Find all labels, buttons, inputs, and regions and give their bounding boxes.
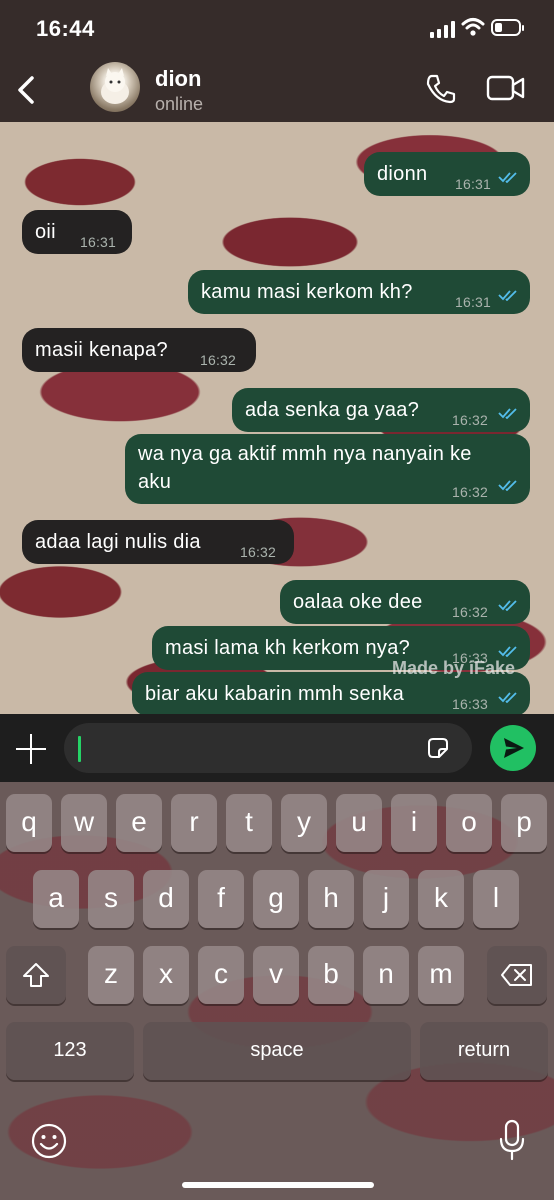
key-x[interactable]: x xyxy=(143,946,189,1004)
shift-icon xyxy=(23,963,49,987)
message-time: 16:32 xyxy=(200,352,237,368)
watermark: Made by iFake xyxy=(392,658,516,678)
message-text: ada senka ga yaa? xyxy=(245,399,420,421)
emoji-icon[interactable] xyxy=(30,1122,68,1160)
read-ticks-icon xyxy=(498,290,517,301)
message-outgoing[interactable]: ada senka ga yaa? 16:32 xyxy=(232,388,530,432)
key-d[interactable]: d xyxy=(143,870,189,928)
key-p[interactable]: p xyxy=(501,794,547,852)
message-outgoing[interactable]: dionn 16:31 xyxy=(364,152,530,196)
key-h[interactable]: h xyxy=(308,870,354,928)
send-button[interactable] xyxy=(490,725,536,771)
message-text: oalaa oke dee xyxy=(293,591,423,613)
message-text: dionn xyxy=(377,163,428,185)
battery-icon xyxy=(491,19,524,36)
key-k[interactable]: k xyxy=(418,870,464,928)
key-g[interactable]: g xyxy=(253,870,299,928)
message-time: 16:31 xyxy=(455,176,492,192)
message-time: 16:32 xyxy=(452,604,489,620)
key-c[interactable]: c xyxy=(198,946,244,1004)
key-l[interactable]: l xyxy=(473,870,519,928)
message-text: adaa lagi nulis dia xyxy=(35,531,201,553)
message-text-line2: aku xyxy=(138,471,172,493)
message-time: 16:32 xyxy=(240,544,277,560)
key-q[interactable]: q xyxy=(6,794,52,852)
key-y[interactable]: y xyxy=(281,794,327,852)
signal-icon xyxy=(430,20,456,38)
key-a[interactable]: a xyxy=(33,870,79,928)
shift-key[interactable] xyxy=(6,946,66,1004)
message-input-bar xyxy=(0,714,554,782)
text-caret xyxy=(78,736,81,762)
message-outgoing[interactable]: wa nya ga aktif mmh nya nanyain ke aku 1… xyxy=(125,434,530,504)
send-icon xyxy=(504,738,524,758)
return-key[interactable]: return xyxy=(420,1022,548,1080)
home-indicator[interactable] xyxy=(182,1182,374,1188)
delete-key[interactable] xyxy=(487,946,547,1004)
key-o[interactable]: o xyxy=(446,794,492,852)
key-n[interactable]: n xyxy=(363,946,409,1004)
read-ticks-icon xyxy=(498,692,517,703)
message-incoming[interactable]: masii kenapa? 16:32 xyxy=(22,328,256,372)
message-text: oii xyxy=(35,221,56,243)
key-e[interactable]: e xyxy=(116,794,162,852)
key-m[interactable]: m xyxy=(418,946,464,1004)
read-ticks-icon xyxy=(498,172,517,183)
numbers-key[interactable]: 123 xyxy=(6,1022,134,1080)
message-time: 16:33 xyxy=(452,696,489,712)
battery-level xyxy=(495,23,502,32)
space-key[interactable]: space xyxy=(143,1022,411,1080)
message-text-line1: wa nya ga aktif mmh nya nanyain ke xyxy=(138,443,472,465)
chat-area[interactable]: dionn 16:31 oii 16:31 kamu masi kerkom k… xyxy=(0,122,554,714)
presence-status: online xyxy=(155,94,204,114)
key-s[interactable]: s xyxy=(88,870,134,928)
cat-photo-icon xyxy=(101,68,129,104)
phone-icon[interactable] xyxy=(424,72,458,106)
chevron-left-icon[interactable] xyxy=(12,70,46,110)
key-t[interactable]: t xyxy=(226,794,272,852)
key-u[interactable]: u xyxy=(336,794,382,852)
message-input[interactable] xyxy=(64,723,472,773)
message-outgoing[interactable]: oalaa oke dee 16:32 xyxy=(280,580,530,624)
key-r[interactable]: r xyxy=(171,794,217,852)
key-i[interactable]: i xyxy=(391,794,437,852)
key-b[interactable]: b xyxy=(308,946,354,1004)
message-text: biar aku kabarin mmh senka xyxy=(145,683,405,705)
video-camera-icon[interactable] xyxy=(486,74,526,102)
message-text: kamu masi kerkom kh? xyxy=(201,281,413,303)
contact-name[interactable]: dion xyxy=(155,66,201,92)
message-time: 16:32 xyxy=(452,484,489,500)
key-f[interactable]: f xyxy=(198,870,244,928)
backspace-icon xyxy=(501,964,532,986)
message-time: 16:31 xyxy=(80,234,117,250)
read-ticks-icon xyxy=(498,480,517,491)
chat-header: dion online xyxy=(0,58,554,122)
key-w[interactable]: w xyxy=(61,794,107,852)
status-time: 16:44 xyxy=(36,16,95,41)
message-incoming[interactable]: adaa lagi nulis dia 16:32 xyxy=(22,520,294,564)
message-text: masi lama kh kerkom nya? xyxy=(165,637,411,659)
message-outgoing[interactable]: kamu masi kerkom kh? 16:31 xyxy=(188,270,530,314)
key-z[interactable]: z xyxy=(88,946,134,1004)
read-ticks-icon xyxy=(498,600,517,611)
read-ticks-icon xyxy=(498,646,517,657)
avatar[interactable] xyxy=(90,62,140,112)
microphone-icon[interactable] xyxy=(498,1118,526,1162)
status-bar: 16:44 xyxy=(0,0,554,58)
message-text: masii kenapa? xyxy=(35,339,168,361)
wifi-icon xyxy=(461,18,485,36)
message-incoming[interactable]: oii 16:31 xyxy=(22,210,132,254)
message-time: 16:31 xyxy=(455,294,492,310)
key-j[interactable]: j xyxy=(363,870,409,928)
plus-icon[interactable] xyxy=(16,734,46,764)
read-ticks-icon xyxy=(498,408,517,419)
message-time: 16:32 xyxy=(452,412,489,428)
keyboard: q w e r t y u i o p a s d f g h j k l z … xyxy=(0,782,554,1200)
key-v[interactable]: v xyxy=(253,946,299,1004)
sticker-icon[interactable] xyxy=(425,735,451,761)
